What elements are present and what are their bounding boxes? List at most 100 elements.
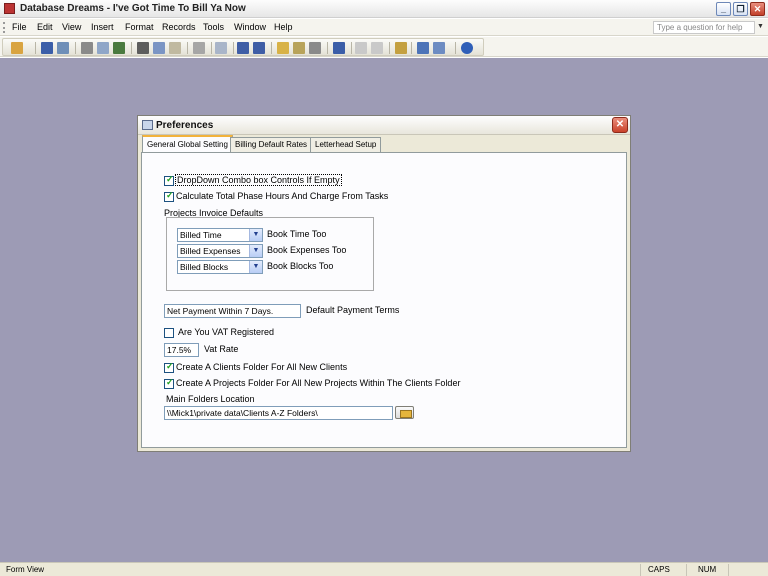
clients-folder-label: Create A Clients Folder For All New Clie…: [176, 362, 348, 372]
chevron-down-icon[interactable]: ▼: [249, 245, 262, 257]
book-expenses-label: Book Expenses Too: [267, 245, 347, 255]
undo-icon[interactable]: [193, 42, 205, 54]
ask-dropdown-icon[interactable]: ▼: [757, 23, 764, 30]
hyperlink-icon[interactable]: [215, 42, 227, 54]
toolbar-separator: [75, 42, 76, 54]
tab-billing-default-rates[interactable]: Billing Default Rates: [230, 137, 313, 152]
tab-general-global-setting[interactable]: General Global Setting: [142, 135, 233, 152]
chevron-down-icon[interactable]: ▼: [249, 229, 262, 241]
toolbar-separator: [327, 42, 328, 54]
menu-window[interactable]: Window: [234, 22, 266, 32]
clients-folder-checkbox[interactable]: [164, 361, 174, 373]
ask-question-input[interactable]: Type a question for help: [653, 21, 755, 34]
payment-terms-label: Default Payment Terms: [306, 305, 400, 315]
preferences-dialog: Preferences ✕ General Global Setting Bil…: [137, 115, 631, 452]
status-view-mode: Form View: [6, 565, 45, 574]
menu-bar: File Edit View Insert Format Records Too…: [0, 19, 768, 36]
vat-rate-input[interactable]: 17.5%: [164, 343, 199, 357]
database-window-icon[interactable]: [417, 42, 429, 54]
toolbar-separator: [187, 42, 188, 54]
billed-blocks-value: Billed Blocks: [180, 262, 229, 272]
toolbar-separator: [411, 42, 412, 54]
dialog-close-button[interactable]: ✕: [612, 117, 628, 133]
menu-records[interactable]: Records: [162, 22, 196, 32]
projects-folder-label: Create A Projects Folder For All New Pro…: [176, 378, 461, 388]
invoice-defaults-group: Billed Time ▼ Book Time Too Billed Expen…: [166, 217, 374, 291]
dialog-title-bar[interactable]: Preferences ✕: [138, 116, 630, 135]
status-num: NUM: [698, 565, 717, 574]
vat-registered-label: Are You VAT Registered: [178, 327, 275, 337]
chevron-down-icon[interactable]: ▼: [249, 261, 262, 273]
close-icon: ✕: [753, 4, 762, 14]
restore-icon: ❐: [736, 4, 745, 14]
toolbar-separator: [211, 42, 212, 54]
billed-expenses-value: Billed Expenses: [180, 246, 241, 256]
vat-rate-label: Vat Rate: [204, 344, 239, 354]
spelling-icon[interactable]: [113, 42, 125, 54]
dialog-title: Preferences: [156, 120, 214, 131]
paste-icon[interactable]: [169, 42, 181, 54]
toolbar: [0, 37, 768, 57]
toolbar-separator: [233, 42, 234, 54]
projects-folder-checkbox[interactable]: [164, 377, 174, 389]
restore-button[interactable]: ❐: [733, 2, 748, 16]
status-separator: [728, 564, 729, 576]
help-icon[interactable]: [461, 42, 473, 54]
menu-help[interactable]: Help: [274, 22, 293, 32]
toolbar-separator: [131, 42, 132, 54]
apply-filter-icon[interactable]: [309, 42, 321, 54]
toolbar-separator: [389, 42, 390, 54]
filter-by-form-icon[interactable]: [293, 42, 305, 54]
main-folders-input[interactable]: \\Mick1\private data\Clients A-Z Folders…: [164, 406, 393, 420]
copy-icon[interactable]: [153, 42, 165, 54]
billed-blocks-combo[interactable]: Billed Blocks ▼: [177, 260, 263, 274]
properties-icon[interactable]: [395, 42, 407, 54]
status-separator: [686, 564, 687, 576]
sort-ascending-icon[interactable]: [237, 42, 249, 54]
menu-format[interactable]: Format: [125, 22, 154, 32]
status-bar: Form View CAPS NUM: [0, 562, 768, 576]
dropdown-combo-checkbox[interactable]: [164, 174, 174, 186]
billed-expenses-combo[interactable]: Billed Expenses ▼: [177, 244, 263, 258]
billed-time-combo[interactable]: Billed Time ▼: [177, 228, 263, 242]
new-record-icon[interactable]: [355, 42, 367, 54]
minimize-button[interactable]: _: [716, 2, 731, 16]
print-preview-icon[interactable]: [97, 42, 109, 54]
billed-time-value: Billed Time: [180, 230, 222, 240]
filter-by-selection-icon[interactable]: [277, 42, 289, 54]
toolbar-separator: [271, 42, 272, 54]
menu-tools[interactable]: Tools: [203, 22, 224, 32]
find-icon[interactable]: [333, 42, 345, 54]
general-settings-panel: DropDown Combo box Controls If Empty Cal…: [141, 152, 627, 448]
dropdown-combo-label: DropDown Combo box Controls If Empty: [175, 174, 342, 186]
sort-descending-icon[interactable]: [253, 42, 265, 54]
main-folders-label: Main Folders Location: [166, 394, 255, 404]
save-icon[interactable]: [41, 42, 53, 54]
close-button[interactable]: ✕: [750, 2, 765, 16]
toolbar-separator: [351, 42, 352, 54]
cut-icon[interactable]: [137, 42, 149, 54]
access-app-icon[interactable]: [4, 3, 15, 14]
menu-edit[interactable]: Edit: [37, 22, 53, 32]
new-object-icon[interactable]: [433, 42, 445, 54]
vat-registered-checkbox[interactable]: [164, 328, 174, 338]
app-title-bar[interactable]: Database Dreams - I've Got Time To Bill …: [0, 0, 768, 18]
status-caps: CAPS: [648, 565, 670, 574]
menu-view[interactable]: View: [62, 22, 81, 32]
delete-record-icon[interactable]: [371, 42, 383, 54]
payment-terms-input[interactable]: Net Payment Within 7 Days.: [164, 304, 301, 318]
design-view-icon[interactable]: [11, 42, 23, 54]
browse-folder-button[interactable]: [395, 406, 414, 419]
menu-insert[interactable]: Insert: [91, 22, 114, 32]
form-toolbar: [2, 38, 484, 56]
status-separator: [640, 564, 641, 576]
calc-phase-hours-checkbox[interactable]: [164, 190, 174, 202]
tab-letterhead-setup[interactable]: Letterhead Setup: [310, 137, 382, 152]
print-icon[interactable]: [81, 42, 93, 54]
menu-grip-icon[interactable]: [3, 22, 5, 33]
form-icon: [142, 120, 153, 130]
book-blocks-label: Book Blocks Too: [267, 261, 334, 271]
menu-file[interactable]: File: [12, 22, 27, 32]
close-icon: ✕: [615, 119, 625, 130]
search-icon[interactable]: [57, 42, 69, 54]
